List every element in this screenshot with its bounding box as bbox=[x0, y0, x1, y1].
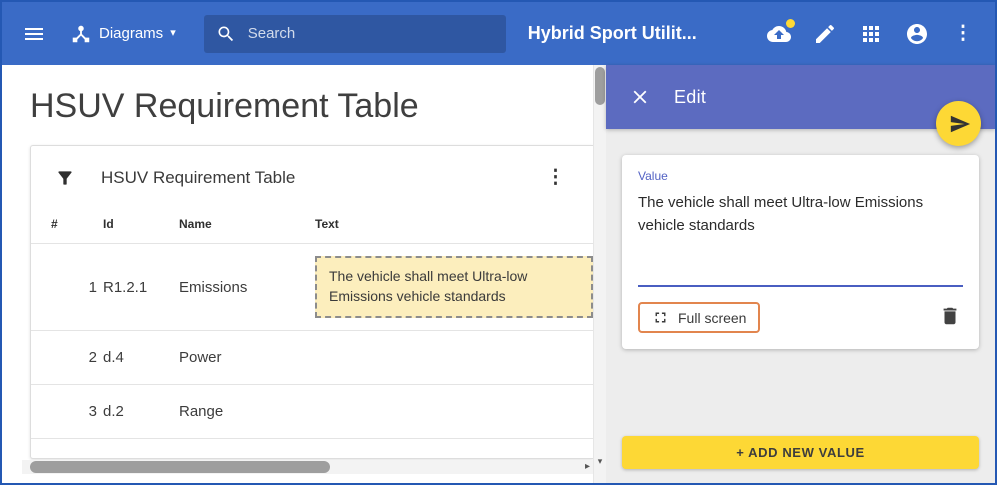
edit-mode-button[interactable] bbox=[805, 14, 845, 54]
search-bar[interactable] bbox=[204, 15, 506, 53]
filter-icon[interactable] bbox=[55, 168, 75, 188]
vertical-dots-icon: ⋮ bbox=[546, 167, 565, 188]
chevron-down-icon: ▾ bbox=[170, 28, 176, 39]
column-header-name: Name bbox=[179, 217, 315, 231]
row-id-cell: d.2 bbox=[103, 403, 179, 420]
scroll-down-arrow-icon[interactable]: ▾ bbox=[594, 456, 606, 467]
topbar: Diagrams ▾ Hybrid Sport Utilit... ⋮ bbox=[2, 2, 995, 65]
table-row[interactable]: 2 d.4 Power bbox=[31, 331, 593, 385]
document-pane: HSUV Requirement Table HSUV Requirement … bbox=[2, 65, 593, 483]
search-icon bbox=[216, 24, 236, 44]
horizontal-scrollbar[interactable]: ▸ bbox=[22, 460, 593, 474]
vertical-scrollbar-thumb[interactable] bbox=[595, 67, 605, 105]
topbar-actions: ⋮ bbox=[759, 14, 983, 54]
notification-dot-badge bbox=[786, 19, 795, 28]
value-field-label: Value bbox=[638, 169, 963, 183]
fullscreen-button[interactable]: Full screen bbox=[638, 302, 760, 333]
account-circle-icon bbox=[905, 22, 929, 46]
table-card-header: HSUV Requirement Table ⋮ bbox=[31, 146, 593, 205]
close-panel-button[interactable] bbox=[622, 79, 658, 115]
page-title: HSUV Requirement Table bbox=[30, 87, 593, 126]
selected-text-cell[interactable]: The vehicle shall meet Ultra-low Emissio… bbox=[315, 256, 593, 319]
row-id-cell: R1.2.1 bbox=[103, 279, 179, 296]
row-num-cell: 2 bbox=[51, 349, 103, 366]
delete-value-button[interactable] bbox=[937, 303, 963, 332]
row-num-cell: 3 bbox=[51, 403, 103, 420]
diagrams-label: Diagrams bbox=[99, 25, 163, 42]
row-name-cell: Emissions bbox=[179, 279, 315, 296]
document-title: Hybrid Sport Utilit... bbox=[528, 23, 697, 44]
cloud-sync-button[interactable] bbox=[759, 14, 799, 54]
row-num-cell: 1 bbox=[51, 279, 103, 296]
column-header-text: Text bbox=[315, 217, 593, 231]
table-row[interactable]: 3 d.2 Range bbox=[31, 385, 593, 439]
table-header-row: # Id Name Text bbox=[31, 205, 593, 244]
row-id-cell: d.4 bbox=[103, 349, 179, 366]
hamburger-icon bbox=[22, 22, 46, 46]
column-header-id: Id bbox=[103, 217, 179, 231]
vertical-dots-icon: ⋮ bbox=[954, 24, 973, 43]
column-header-num: # bbox=[51, 217, 103, 231]
apps-grid-button[interactable] bbox=[851, 14, 891, 54]
trash-icon bbox=[939, 305, 961, 327]
table-menu-button[interactable]: ⋮ bbox=[540, 166, 571, 189]
value-text-field[interactable]: The vehicle shall meet Ultra-low Emissio… bbox=[638, 192, 963, 237]
diagrams-icon bbox=[70, 23, 92, 45]
diagrams-menu[interactable]: Diagrams ▾ bbox=[70, 23, 176, 45]
send-icon bbox=[949, 113, 971, 135]
menu-button[interactable] bbox=[14, 14, 54, 54]
fullscreen-icon bbox=[652, 309, 669, 326]
table-title: HSUV Requirement Table bbox=[101, 168, 295, 188]
value-field-underline bbox=[638, 285, 963, 287]
edit-panel-title: Edit bbox=[674, 87, 706, 108]
scroll-right-arrow-icon[interactable]: ▸ bbox=[585, 461, 590, 473]
value-card: Value The vehicle shall meet Ultra-low E… bbox=[622, 155, 979, 349]
value-actions-row: Full screen bbox=[638, 302, 963, 333]
apps-grid-icon bbox=[859, 22, 883, 46]
add-new-value-button[interactable]: + ADD NEW VALUE bbox=[622, 436, 979, 469]
horizontal-scrollbar-thumb[interactable] bbox=[30, 461, 330, 473]
search-input[interactable] bbox=[248, 25, 494, 42]
row-name-cell: Power bbox=[179, 349, 315, 366]
pencil-icon bbox=[813, 22, 837, 46]
overflow-menu-button[interactable]: ⋮ bbox=[943, 14, 983, 54]
vertical-scrollbar[interactable]: ▾ bbox=[593, 65, 606, 483]
edit-panel: Edit Value The vehicle shall meet Ultra-… bbox=[606, 65, 995, 483]
content-area: HSUV Requirement Table HSUV Requirement … bbox=[2, 65, 995, 483]
fullscreen-button-label: Full screen bbox=[678, 310, 746, 326]
submit-fab-button[interactable] bbox=[936, 101, 981, 146]
account-button[interactable] bbox=[897, 14, 937, 54]
table-row[interactable]: 1 R1.2.1 Emissions The vehicle shall mee… bbox=[31, 244, 593, 331]
app-window: Diagrams ▾ Hybrid Sport Utilit... ⋮ bbox=[0, 0, 997, 485]
row-name-cell: Range bbox=[179, 403, 315, 420]
close-icon bbox=[629, 86, 651, 108]
requirement-table-card: HSUV Requirement Table ⋮ # Id Name Text … bbox=[30, 145, 593, 459]
